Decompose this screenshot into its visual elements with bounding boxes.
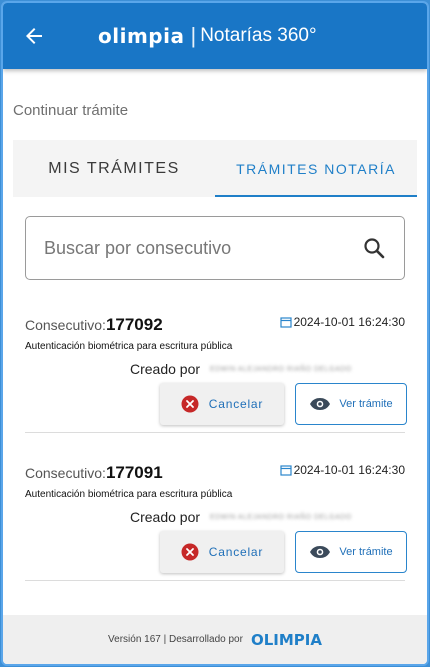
app-frame: OLIMPIA | Notarías 360° Continuar trámit… xyxy=(3,3,427,664)
cancel-x-icon xyxy=(181,395,199,413)
created-label: Creado por xyxy=(130,509,201,525)
cancel-label: Cancelar xyxy=(208,397,264,411)
tramite-card: Consecutivo:177091 2024-10-01 16:24:30 A… xyxy=(25,453,407,583)
search-input[interactable] xyxy=(44,237,362,259)
created-by: Creado por EDWIN ALEJANDRO RIAÑO DELGADO xyxy=(130,361,352,377)
brand-separator: | xyxy=(190,23,197,48)
created-by: Creado por EDWIN ALEJANDRO RIAÑO DELGADO xyxy=(130,509,352,525)
back-button[interactable] xyxy=(21,23,47,49)
tramite-date: 2024-10-01 16:24:30 xyxy=(279,463,405,477)
cancel-x-icon xyxy=(181,543,199,561)
view-tramite-button[interactable]: Ver trámite xyxy=(295,383,407,425)
cancel-button[interactable]: Cancelar xyxy=(160,383,284,425)
tramite-description: Autenticación biométrica para escritura … xyxy=(25,489,233,500)
consecutivo-label: Consecutivo: xyxy=(25,465,106,481)
calendar-icon xyxy=(279,317,292,328)
tramite-card: Consecutivo:177092 2024-10-01 16:24:30 A… xyxy=(25,305,407,435)
search-box xyxy=(25,216,405,280)
consecutivo: Consecutivo:177091 xyxy=(25,463,163,483)
cancel-button[interactable]: Cancelar xyxy=(160,531,284,573)
tab-tramites-notaria[interactable]: TRÁMITES NOTARÍA xyxy=(215,140,417,197)
consecutivo-number: 177091 xyxy=(105,463,163,482)
section-label: Continuar trámite xyxy=(13,102,129,119)
brand: OLIMPIA | Notarías 360° xyxy=(98,21,317,51)
eye-icon xyxy=(310,398,331,410)
creator-name: EDWIN ALEJANDRO RIAÑO DELGADO xyxy=(210,513,352,521)
tramite-date: 2024-10-01 16:24:30 xyxy=(279,315,405,329)
card-divider xyxy=(25,432,405,433)
arrow-left-icon xyxy=(26,28,42,44)
search-icon[interactable] xyxy=(362,236,386,260)
eye-icon xyxy=(310,546,331,558)
view-tramite-button[interactable]: Ver trámite xyxy=(295,531,407,573)
date-value: 2024-10-01 16:24:30 xyxy=(293,315,405,329)
app-title: Notarías 360° xyxy=(200,25,317,46)
consecutivo: Consecutivo:177092 xyxy=(25,315,163,335)
footer-olimpia-logo: OLIMPIA xyxy=(250,630,322,649)
view-label: Ver trámite xyxy=(339,546,393,558)
consecutivo-number: 177092 xyxy=(105,315,163,334)
olimpia-logo: OLIMPIA xyxy=(98,24,185,48)
calendar-icon xyxy=(279,465,292,476)
date-value: 2024-10-01 16:24:30 xyxy=(293,463,405,477)
card-divider xyxy=(25,580,405,581)
view-label: Ver trámite xyxy=(339,398,393,410)
app-bar: OLIMPIA | Notarías 360° xyxy=(3,3,427,69)
footer: Versión 167 | Desarrollado por OLIMPIA xyxy=(3,615,427,664)
tab-mis-tramites[interactable]: MIS TRÁMITES xyxy=(13,140,215,197)
tramite-description: Autenticación biométrica para escritura … xyxy=(25,341,233,352)
footer-text: Versión 167 | Desarrollado por xyxy=(108,634,243,645)
creator-name: EDWIN ALEJANDRO RIAÑO DELGADO xyxy=(210,365,352,373)
created-label: Creado por xyxy=(130,361,201,377)
tabs: MIS TRÁMITES TRÁMITES NOTARÍA xyxy=(13,140,417,197)
consecutivo-label: Consecutivo: xyxy=(25,317,106,333)
cancel-label: Cancelar xyxy=(208,545,264,559)
